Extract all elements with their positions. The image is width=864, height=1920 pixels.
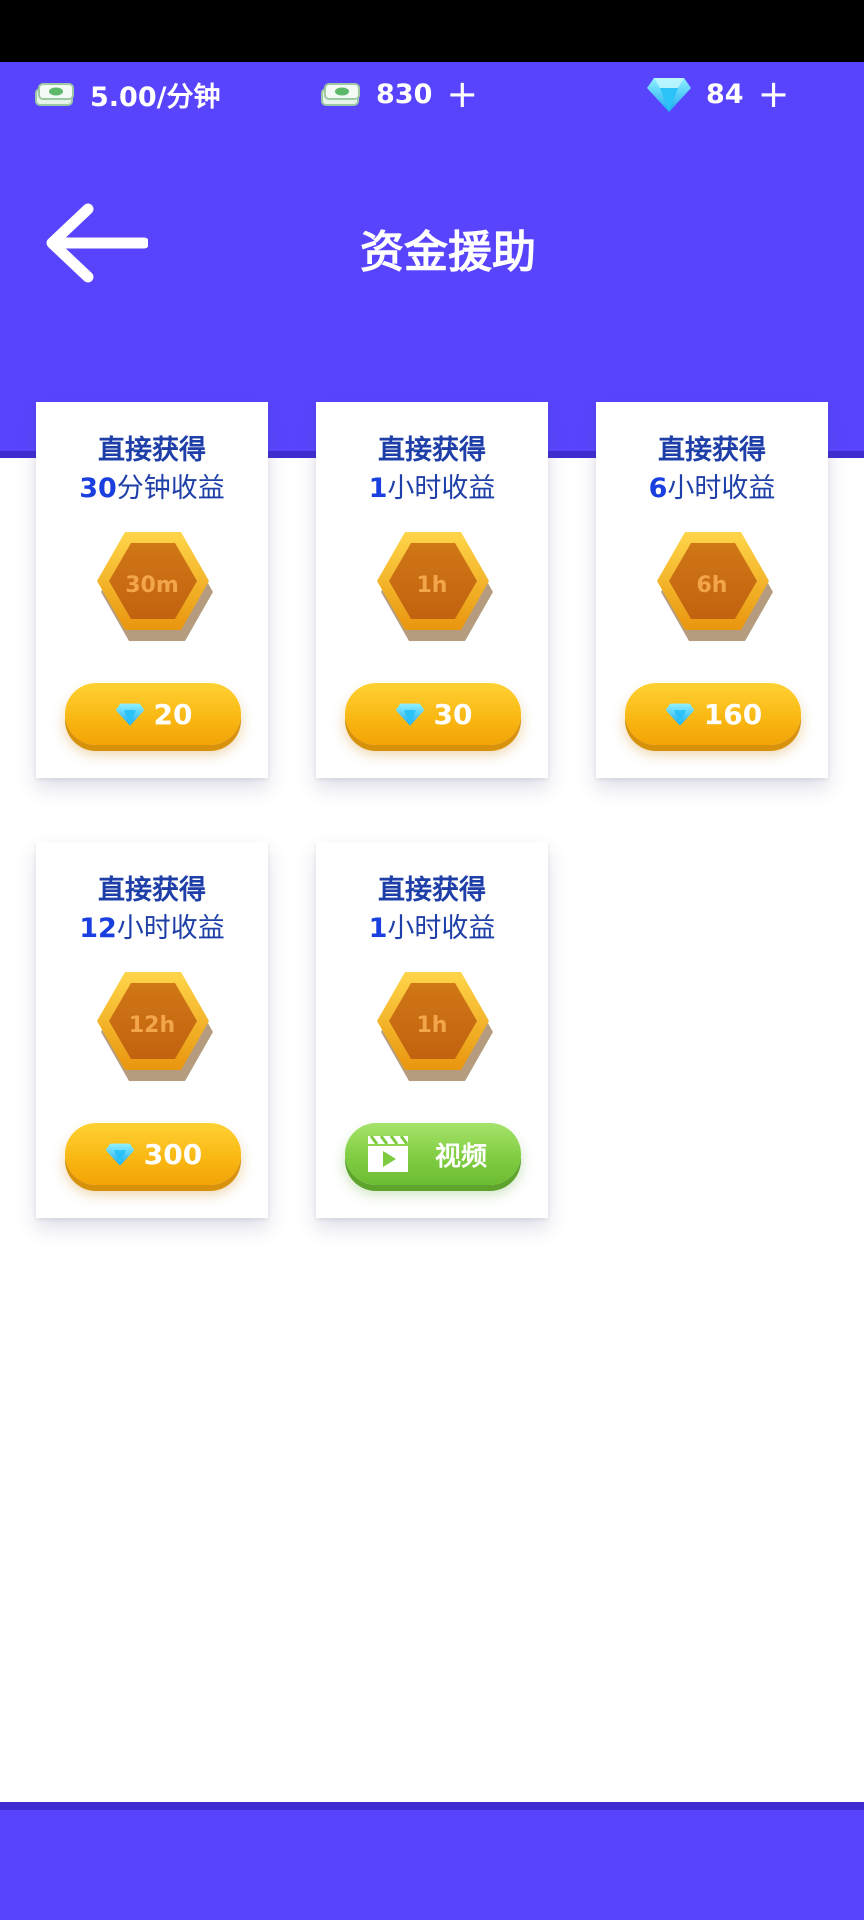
cash-value: 830 xyxy=(376,78,433,110)
coin-label: 1h xyxy=(416,1012,448,1038)
reward-amount: 1 xyxy=(368,473,388,504)
buy-with-diamonds-button[interactable]: 30 xyxy=(345,683,521,745)
cash-icon xyxy=(34,79,76,109)
reward-card-30m: 直接获得 30分钟收益 30m 20 xyxy=(36,402,268,778)
reward-card-video: 直接获得 1小时收益 1h 视频 xyxy=(316,842,548,1218)
diamond-icon xyxy=(104,1141,136,1167)
cash-display: 830 + xyxy=(320,74,478,114)
coin-badge: 6h xyxy=(649,526,775,644)
diamond-icon xyxy=(646,74,692,114)
reward-unit: 小时收益 xyxy=(667,473,776,504)
footer-bar xyxy=(0,1810,864,1920)
video-label: 视频 xyxy=(435,1141,488,1172)
buy-with-diamonds-button[interactable]: 20 xyxy=(65,683,241,745)
reward-card-12h: 直接获得 12小时收益 12h 300 xyxy=(36,842,268,1218)
coin-label: 12h xyxy=(128,1012,176,1038)
card-label: 直接获得 xyxy=(378,435,486,466)
price-label: 30 xyxy=(433,697,473,731)
reward-unit: 小时收益 xyxy=(387,913,496,944)
coin-label: 30m xyxy=(125,572,179,598)
card-reward: 30分钟收益 xyxy=(36,466,268,505)
card-label: 直接获得 xyxy=(658,435,766,466)
coin-badge: 1h xyxy=(369,526,495,644)
reward-unit: 小时收益 xyxy=(116,913,225,944)
income-rate-value: 5.00/分钟 xyxy=(90,81,221,113)
buy-with-diamonds-button[interactable]: 300 xyxy=(65,1123,241,1185)
card-reward: 6小时收益 xyxy=(596,466,828,505)
card-label: 直接获得 xyxy=(98,875,206,906)
price-label: 300 xyxy=(143,1137,203,1171)
cash-icon xyxy=(320,79,362,109)
reward-card-1h: 直接获得 1小时收益 1h 30 xyxy=(316,402,548,778)
page-title: 资金援助 xyxy=(360,227,536,278)
card-reward: 12小时收益 xyxy=(36,906,268,945)
reward-unit: 分钟收益 xyxy=(116,473,225,504)
footer-divider xyxy=(0,1802,864,1810)
reward-amount: 1 xyxy=(368,913,388,944)
diamond-icon xyxy=(664,701,696,727)
reward-amount: 30 xyxy=(79,473,117,504)
reward-unit: 小时收益 xyxy=(387,473,496,504)
coin-badge: 1h xyxy=(369,966,495,1084)
add-gems-button[interactable]: + xyxy=(758,75,790,113)
card-reward: 1小时收益 xyxy=(316,906,548,945)
income-rate-display: 5.00/分钟 xyxy=(34,74,220,114)
card-label: 直接获得 xyxy=(378,875,486,906)
reward-amount: 12 xyxy=(79,913,117,944)
card-label: 直接获得 xyxy=(98,435,206,466)
coin-badge: 12h xyxy=(89,966,215,1084)
gem-value: 84 xyxy=(706,78,744,110)
video-clapper-icon xyxy=(367,1135,409,1173)
watch-video-button[interactable]: 视频 xyxy=(345,1123,521,1185)
card-reward: 1小时收益 xyxy=(316,466,548,505)
price-label: 20 xyxy=(153,697,193,731)
diamond-icon xyxy=(394,701,426,727)
gem-display: 84 + xyxy=(646,74,789,114)
coin-label: 1h xyxy=(416,572,448,598)
coin-label: 6h xyxy=(696,572,728,598)
buy-with-diamonds-button[interactable]: 160 xyxy=(625,683,801,745)
price-label: 160 xyxy=(703,697,763,731)
reward-card-6h: 直接获得 6小时收益 6h 160 xyxy=(596,402,828,778)
reward-amount: 6 xyxy=(648,473,668,504)
coin-badge: 30m xyxy=(89,526,215,644)
diamond-icon xyxy=(114,701,146,727)
status-bar xyxy=(0,0,864,62)
add-cash-button[interactable]: + xyxy=(446,75,478,113)
